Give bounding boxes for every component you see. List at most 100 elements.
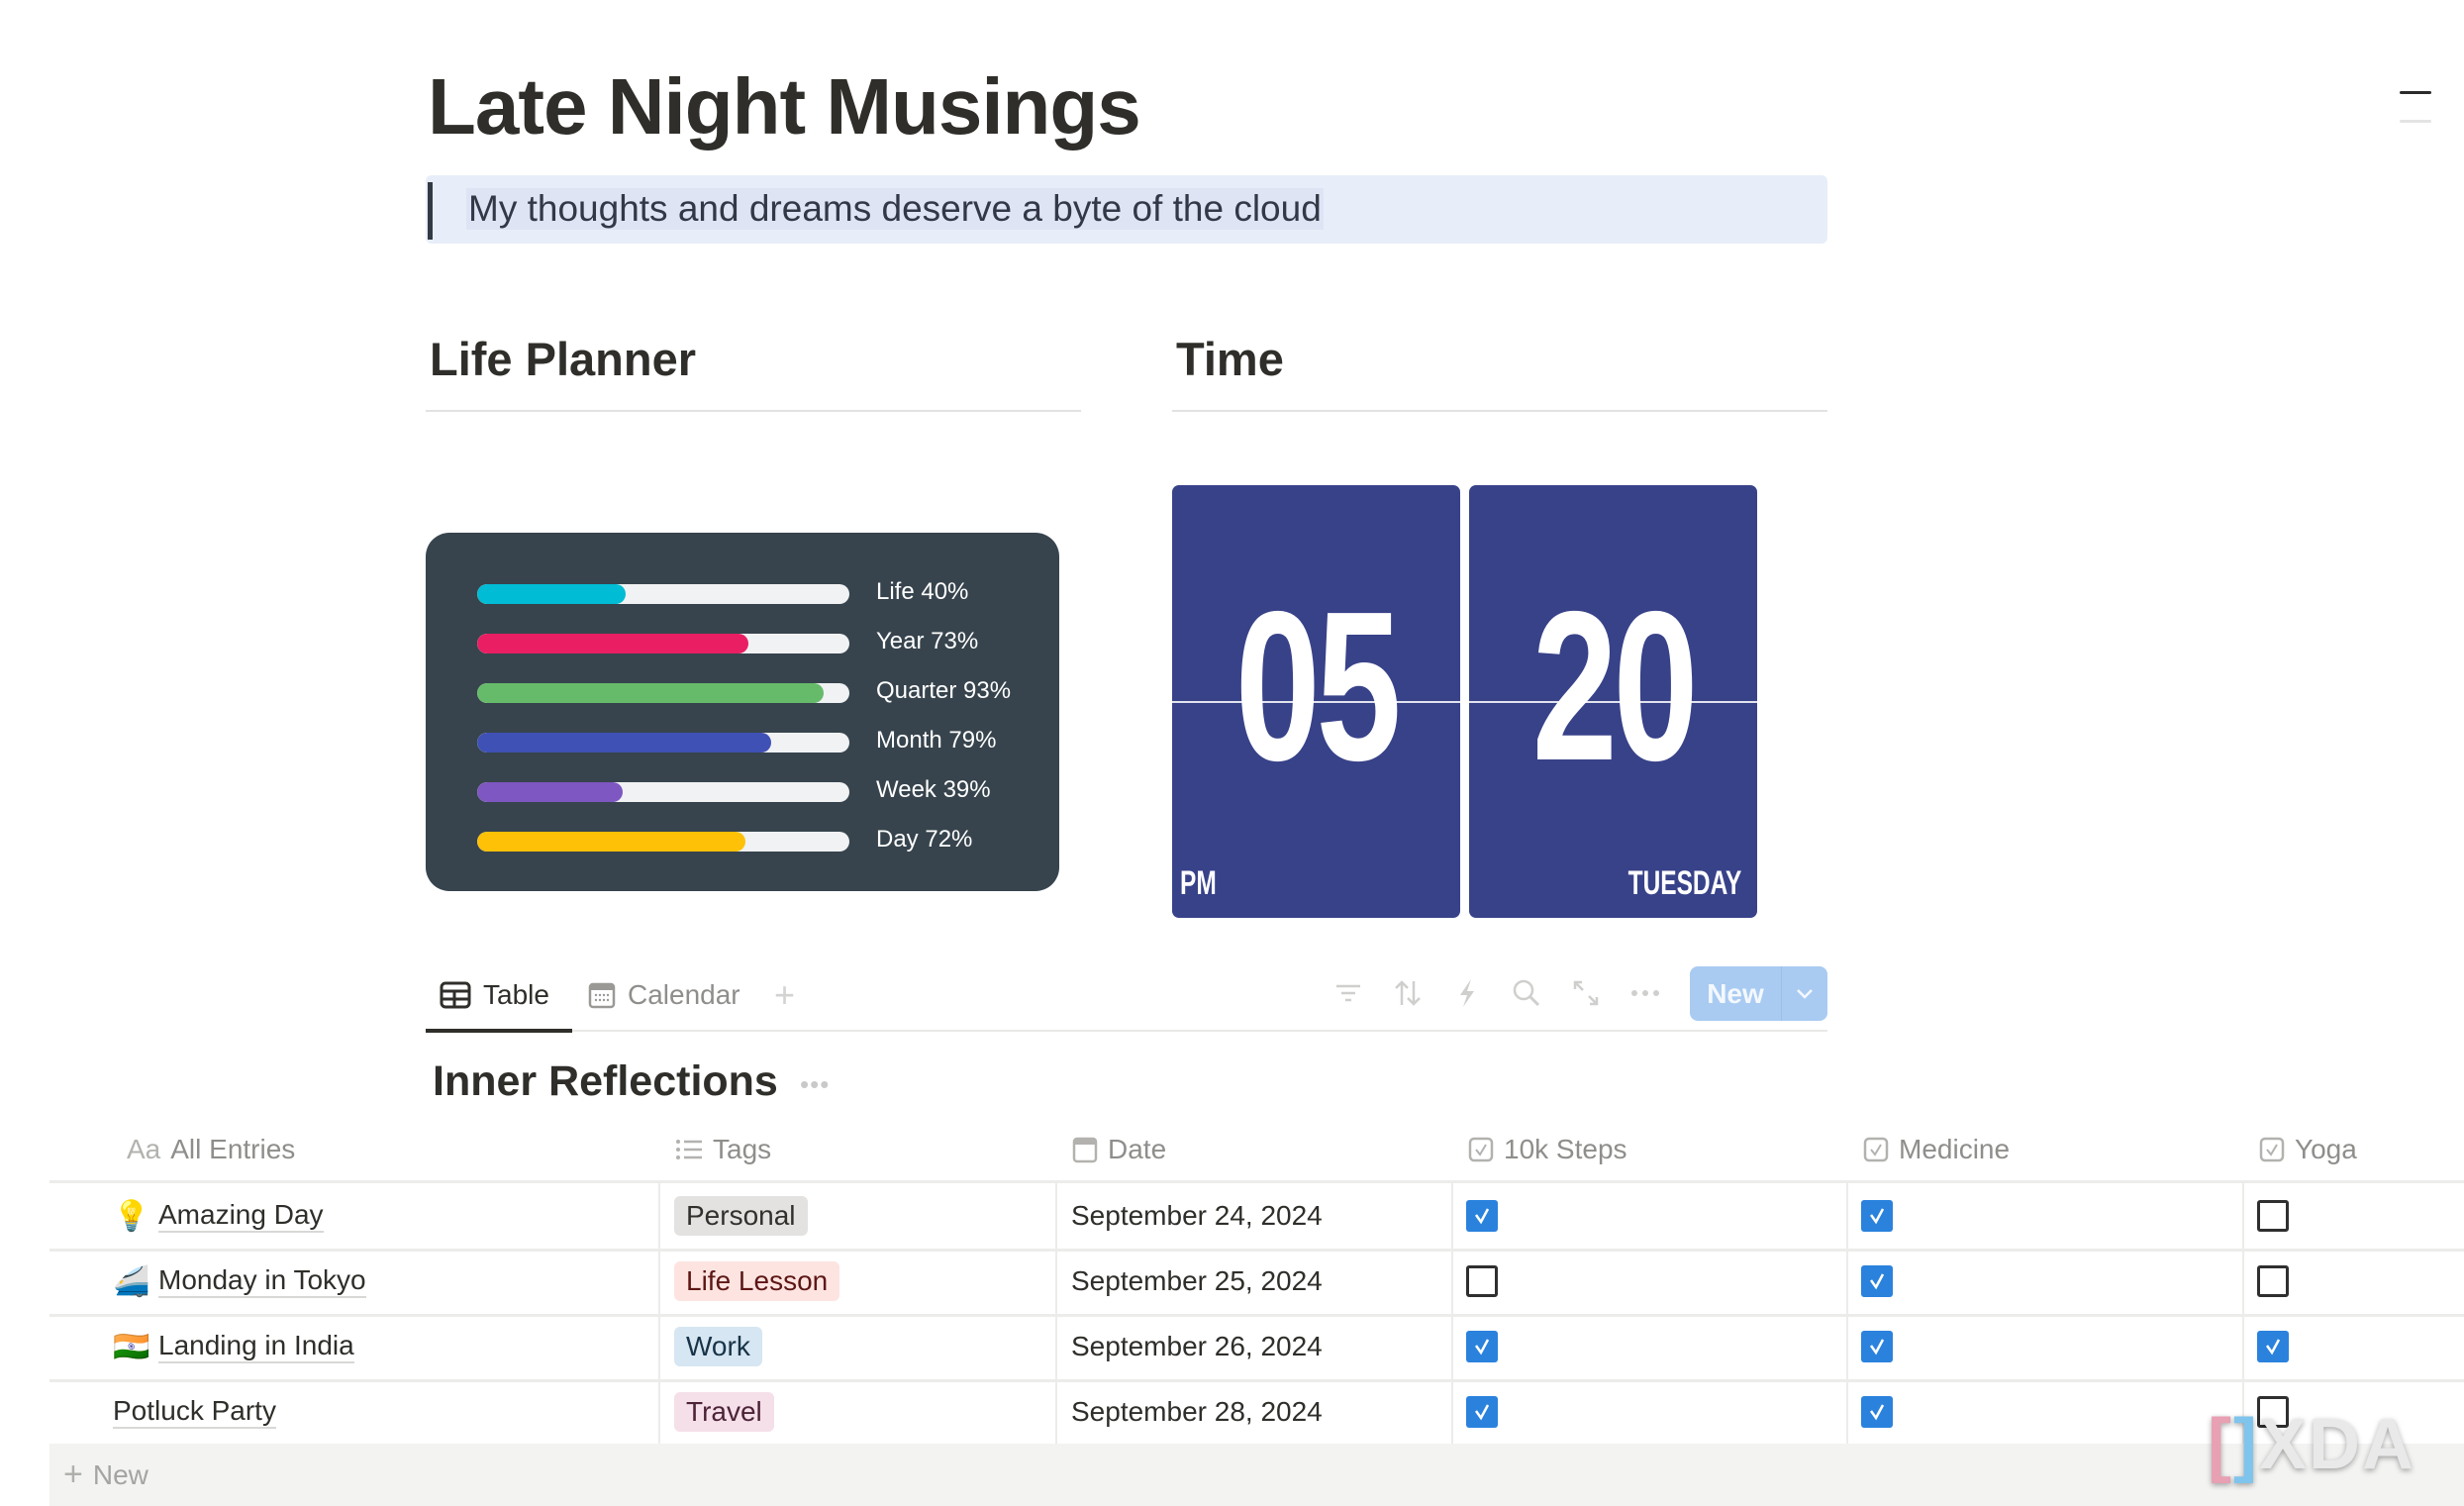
steps-checkbox[interactable] [1466, 1331, 1498, 1362]
medicine-checkbox[interactable] [1861, 1200, 1893, 1232]
sort-button[interactable] [1390, 975, 1426, 1011]
entry-title-cell[interactable]: 💡 Amazing Day [113, 1183, 324, 1249]
steps-cell[interactable] [1466, 1314, 1498, 1379]
flip-divider [1172, 701, 1460, 703]
tab-calendar[interactable]: Calendar [588, 965, 740, 1025]
yoga-checkbox[interactable] [2257, 1331, 2289, 1362]
progress-track [477, 733, 849, 753]
yoga-cell[interactable] [2257, 1314, 2289, 1379]
entry-title[interactable]: Landing in India [158, 1330, 354, 1364]
medicine-cell[interactable] [1861, 1379, 1893, 1445]
toc-line-active[interactable] [2400, 91, 2431, 94]
checkmark-icon [1474, 1339, 1490, 1355]
yoga-checkbox[interactable] [2257, 1265, 2289, 1297]
progress-bar-row: Quarter 93% [477, 677, 1011, 704]
table-of-contents[interactable] [2400, 91, 2431, 123]
yoga-checkbox[interactable] [2257, 1200, 2289, 1232]
tags-cell[interactable]: Personal [674, 1183, 808, 1249]
column-header-entries[interactable]: Aa All Entries [127, 1119, 295, 1180]
add-row-label[interactable]: + New [63, 1444, 148, 1506]
column-divider [1451, 1183, 1453, 1445]
new-entry-button[interactable]: New [1690, 966, 1827, 1021]
column-header-yoga[interactable]: Yoga [2259, 1119, 2357, 1180]
column-header-tags[interactable]: Tags [675, 1119, 771, 1180]
add-view-button[interactable]: + [774, 965, 795, 1025]
column-header-date[interactable]: Date [1072, 1119, 1166, 1180]
date-cell[interactable]: September 25, 2024 [1071, 1249, 1323, 1314]
life-planner-heading: Life Planner [430, 333, 697, 385]
tab-table[interactable]: Table [440, 965, 549, 1025]
entry-title[interactable]: Potluck Party [113, 1395, 276, 1430]
automation-button[interactable] [1449, 975, 1485, 1011]
checkmark-icon [1474, 1404, 1490, 1421]
column-header-medicine[interactable]: Medicine [1863, 1119, 2010, 1180]
progress-fill [477, 733, 772, 753]
medicine-cell[interactable] [1861, 1183, 1893, 1249]
progress-fill [477, 832, 745, 852]
database-title[interactable]: Inner Reflections [433, 1057, 778, 1106]
expand-button[interactable] [1568, 975, 1604, 1011]
progress-label: Month 79% [876, 727, 997, 753]
xda-watermark-logo: []XDA [2208, 1404, 2415, 1485]
medicine-cell[interactable] [1861, 1314, 1893, 1379]
steps-cell[interactable] [1466, 1183, 1498, 1249]
yoga-cell[interactable] [2257, 1183, 2289, 1249]
progress-bar-row: Week 39% [477, 776, 991, 803]
checkbox-icon [2259, 1137, 2285, 1162]
filter-button[interactable] [1331, 975, 1366, 1011]
date-cell[interactable]: September 24, 2024 [1071, 1183, 1323, 1249]
table-row[interactable]: 🇮🇳 Landing in India Work September 26, 2024 [49, 1314, 2464, 1379]
database-more-icon[interactable]: ••• [800, 1069, 830, 1100]
search-button[interactable] [1509, 975, 1544, 1011]
yoga-cell[interactable] [2257, 1249, 2289, 1314]
medicine-checkbox[interactable] [1861, 1396, 1893, 1428]
table-row[interactable]: 🚄 Monday in Tokyo Life Lesson September 25,… [49, 1249, 2464, 1314]
entry-title-cell[interactable]: 🚄 Monday in Tokyo [113, 1249, 366, 1314]
progress-track [477, 584, 849, 604]
medicine-checkbox[interactable] [1861, 1265, 1893, 1297]
tags-cell[interactable]: Travel [674, 1379, 774, 1445]
steps-checkbox[interactable] [1466, 1200, 1498, 1232]
steps-cell[interactable] [1466, 1379, 1498, 1445]
date-cell[interactable]: September 26, 2024 [1071, 1314, 1323, 1379]
tags-cell[interactable]: Work [674, 1314, 762, 1379]
filter-icon [1336, 984, 1360, 1002]
entry-title-cell[interactable]: Potluck Party [113, 1379, 276, 1445]
clock-hours: 05 [1234, 566, 1402, 805]
new-button-label[interactable]: New [1690, 966, 1781, 1021]
column-header-10k-steps[interactable]: 10k Steps [1468, 1119, 1627, 1180]
sort-icon [1395, 980, 1421, 1006]
medicine-checkbox[interactable] [1861, 1331, 1893, 1362]
page-emoji-icon: 🚄 [113, 1264, 150, 1298]
table-row[interactable]: Potluck Party Travel September 28, 2024 [49, 1379, 2464, 1445]
medicine-cell[interactable] [1861, 1249, 1893, 1314]
toc-line[interactable] [2400, 120, 2431, 123]
clock-meridiem: PM [1180, 864, 1217, 902]
add-row-button[interactable]: + New [49, 1444, 2464, 1506]
table-row[interactable]: 💡 Amazing Day Personal September 24, 2024 [49, 1183, 2464, 1249]
tag-badge[interactable]: Work [674, 1327, 762, 1366]
column-header-label: Medicine [1899, 1134, 2011, 1164]
tag-badge[interactable]: Personal [674, 1196, 808, 1236]
steps-cell[interactable] [1466, 1249, 1498, 1314]
plus-icon: + [63, 1456, 83, 1493]
steps-checkbox[interactable] [1466, 1265, 1498, 1297]
quote-text[interactable]: My thoughts and dreams deserve a byte of… [466, 188, 1324, 230]
steps-checkbox[interactable] [1466, 1396, 1498, 1428]
tags-cell[interactable]: Life Lesson [674, 1249, 840, 1314]
tabs-divider [426, 1030, 1827, 1032]
checkmark-icon [1474, 1208, 1490, 1225]
date-cell[interactable]: September 28, 2024 [1071, 1379, 1323, 1445]
column-divider [1846, 1183, 1848, 1445]
entry-title[interactable]: Monday in Tokyo [158, 1264, 366, 1299]
tag-badge[interactable]: Life Lesson [674, 1261, 840, 1301]
tag-badge[interactable]: Travel [674, 1392, 774, 1432]
more-options-button[interactable] [1627, 975, 1663, 1011]
xda-watermark-text: XDA [2258, 1405, 2415, 1484]
column-header-label: Date [1108, 1134, 1167, 1164]
progress-bar-row: Year 73% [477, 628, 978, 654]
entry-title[interactable]: Amazing Day [158, 1199, 324, 1234]
entry-title-cell[interactable]: 🇮🇳 Landing in India [113, 1314, 354, 1379]
new-template-dropdown[interactable] [1782, 966, 1827, 1021]
progress-label: Quarter 93% [876, 677, 1012, 704]
